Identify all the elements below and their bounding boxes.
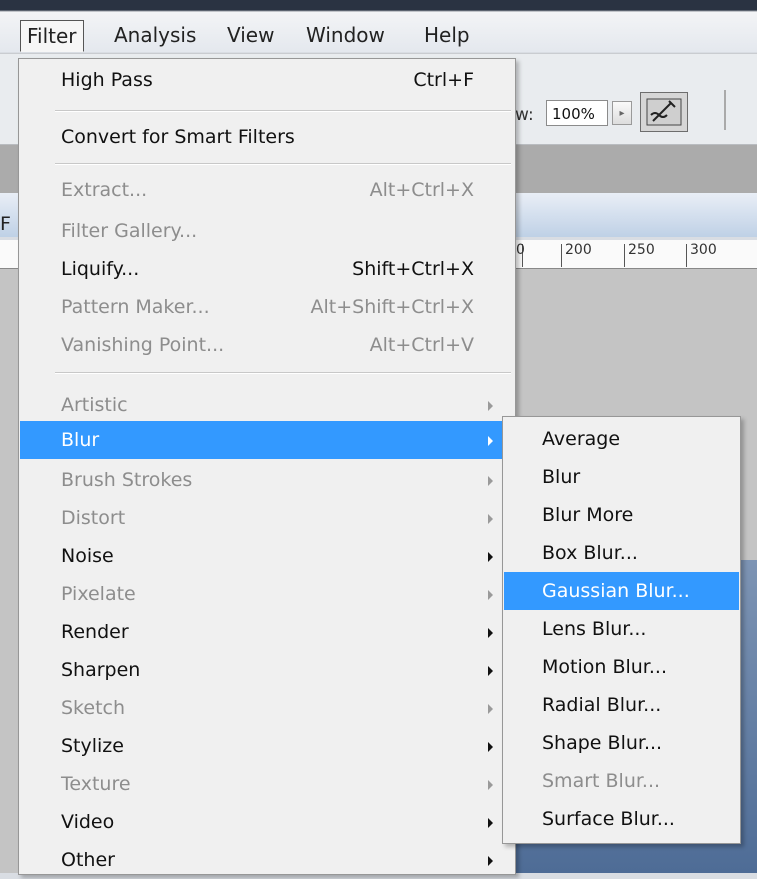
chevron-right-icon xyxy=(488,856,493,866)
submenu-item-blur-more[interactable]: Blur More xyxy=(504,496,739,534)
menu-separator xyxy=(55,163,511,165)
submenu-item-surface-blur[interactable]: Surface Blur... xyxy=(504,800,739,838)
chevron-right-icon xyxy=(488,780,493,790)
menu-item-high-pass[interactable]: High Pass Ctrl+F xyxy=(20,61,514,99)
menubar-analysis[interactable]: Analysis xyxy=(108,20,202,50)
filter-menu: High Pass Ctrl+F Convert for Smart Filte… xyxy=(18,58,516,875)
zoom-input[interactable]: 100% xyxy=(546,100,608,126)
blur-submenu: Average Blur Blur More Box Blur... Gauss… xyxy=(502,416,741,844)
chevron-right-icon xyxy=(488,818,493,828)
menu-bar: Filter Analysis View Window Help xyxy=(0,0,757,52)
menu-item-liquify[interactable]: Liquify... Shift+Ctrl+X xyxy=(20,250,514,288)
menu-item-texture[interactable]: Texture xyxy=(20,765,514,803)
menu-item-pattern-maker[interactable]: Pattern Maker... Alt+Shift+Ctrl+X xyxy=(20,288,514,326)
submenu-item-average[interactable]: Average xyxy=(504,420,739,458)
menu-item-render[interactable]: Render xyxy=(20,613,514,651)
menu-item-distort[interactable]: Distort xyxy=(20,499,514,537)
menubar-view[interactable]: View xyxy=(221,20,280,50)
menu-item-blur[interactable]: Blur xyxy=(20,421,514,459)
document-tab-fragment: F xyxy=(0,213,11,235)
menu-item-sharpen[interactable]: Sharpen xyxy=(20,651,514,689)
ruler-label: 0 xyxy=(516,242,525,258)
menu-item-sketch[interactable]: Sketch xyxy=(20,689,514,727)
menu-item-convert-for-smart-filters[interactable]: Convert for Smart Filters xyxy=(20,118,514,156)
chevron-right-icon xyxy=(488,552,493,562)
menu-item-artistic[interactable]: Artistic xyxy=(20,386,514,424)
menu-item-filter-gallery[interactable]: Filter Gallery... xyxy=(20,212,514,250)
menu-item-brush-strokes[interactable]: Brush Strokes xyxy=(20,461,514,499)
menu-separator xyxy=(55,110,511,112)
ruler-label: 300 xyxy=(690,242,717,258)
zoom-arrow-button[interactable]: ▸ xyxy=(612,101,632,125)
submenu-item-lens-blur[interactable]: Lens Blur... xyxy=(504,610,739,648)
submenu-item-gaussian-blur[interactable]: Gaussian Blur... xyxy=(504,572,739,610)
chevron-right-icon xyxy=(488,401,493,411)
submenu-item-radial-blur[interactable]: Radial Blur... xyxy=(504,686,739,724)
chevron-right-icon xyxy=(488,742,493,752)
menubar-help[interactable]: Help xyxy=(418,20,476,50)
menubar-filter[interactable]: Filter xyxy=(20,20,84,52)
flow-label-fragment: w: xyxy=(515,105,534,125)
airbrush-button[interactable] xyxy=(640,92,688,132)
chevron-right-icon xyxy=(488,590,493,600)
chevron-right-icon xyxy=(488,476,493,486)
menu-item-other[interactable]: Other xyxy=(20,841,514,879)
menu-item-stylize[interactable]: Stylize xyxy=(20,727,514,765)
menu-item-extract[interactable]: Extract... Alt+Ctrl+X xyxy=(20,171,514,209)
ruler-tick xyxy=(561,244,562,267)
menu-item-pixelate[interactable]: Pixelate xyxy=(20,575,514,613)
menubar-window[interactable]: Window xyxy=(300,20,391,50)
airbrush-icon xyxy=(646,98,682,126)
options-separator xyxy=(724,90,726,130)
submenu-item-motion-blur[interactable]: Motion Blur... xyxy=(504,648,739,686)
chevron-right-icon xyxy=(488,514,493,524)
menu-item-video[interactable]: Video xyxy=(20,803,514,841)
menu-item-noise[interactable]: Noise xyxy=(20,537,514,575)
ruler-label: 250 xyxy=(628,242,655,258)
submenu-item-shape-blur[interactable]: Shape Blur... xyxy=(504,724,739,762)
menu-separator xyxy=(55,372,511,374)
ruler-tick xyxy=(686,244,687,267)
triangle-right-icon: ▸ xyxy=(619,108,625,119)
submenu-item-box-blur[interactable]: Box Blur... xyxy=(504,534,739,572)
chevron-right-icon xyxy=(488,666,493,676)
menu-item-vanishing-point[interactable]: Vanishing Point... Alt+Ctrl+V xyxy=(20,326,514,364)
chevron-right-icon xyxy=(488,436,493,446)
ruler-tick xyxy=(624,244,625,267)
chevron-right-icon xyxy=(488,628,493,638)
submenu-item-blur[interactable]: Blur xyxy=(504,458,739,496)
submenu-item-smart-blur[interactable]: Smart Blur... xyxy=(504,762,739,800)
ruler-label: 200 xyxy=(565,242,592,258)
chevron-right-icon xyxy=(488,704,493,714)
